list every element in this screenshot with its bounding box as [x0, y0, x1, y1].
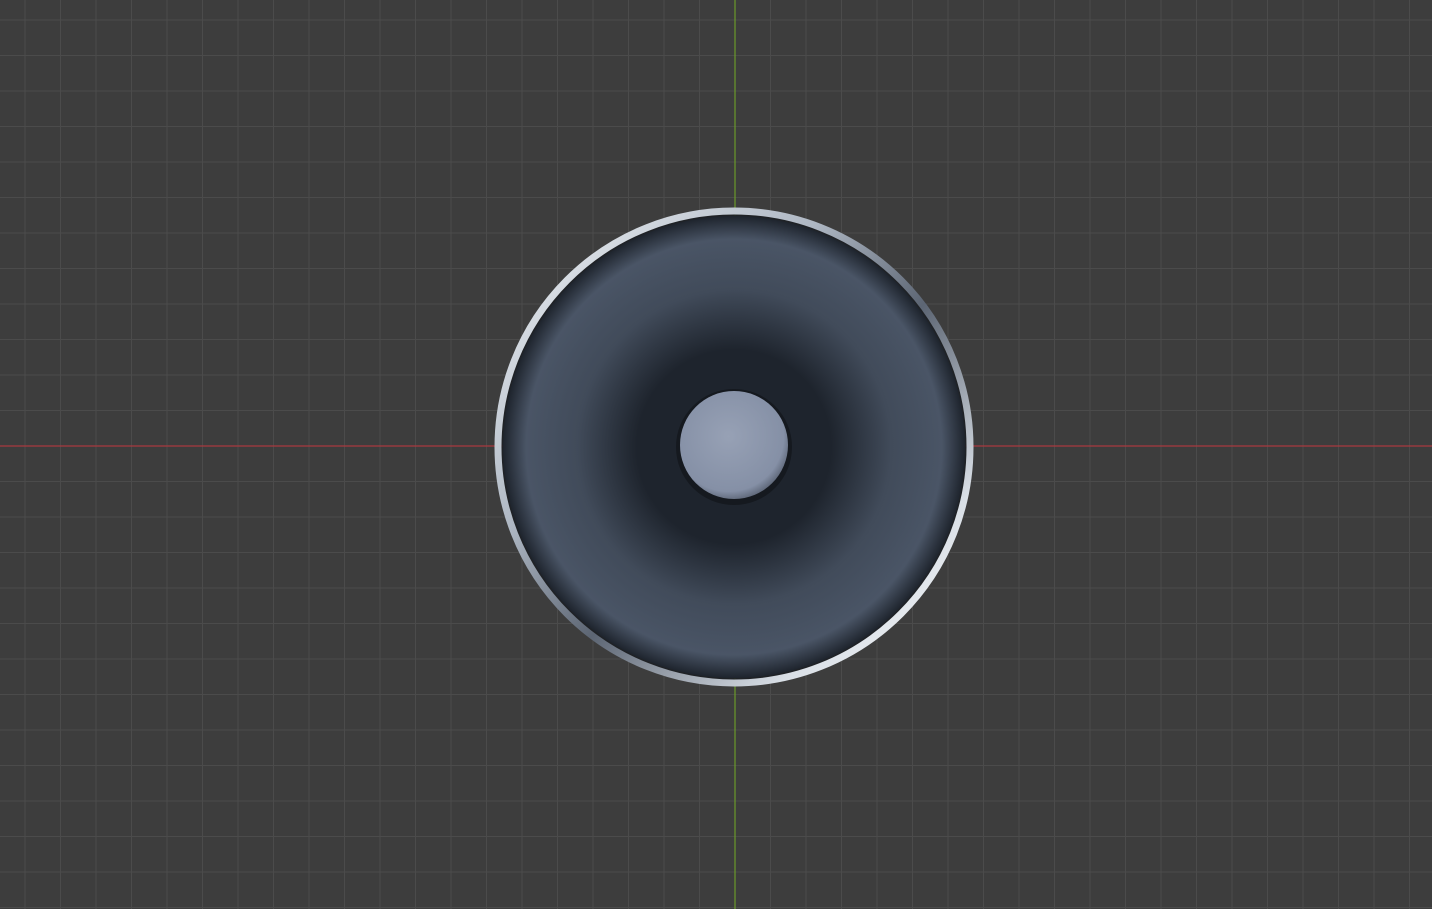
- dust-cap: [680, 391, 788, 499]
- speaker-object[interactable]: [494, 207, 974, 687]
- 3d-viewport[interactable]: [0, 0, 1432, 909]
- viewport-canvas[interactable]: [0, 0, 1432, 909]
